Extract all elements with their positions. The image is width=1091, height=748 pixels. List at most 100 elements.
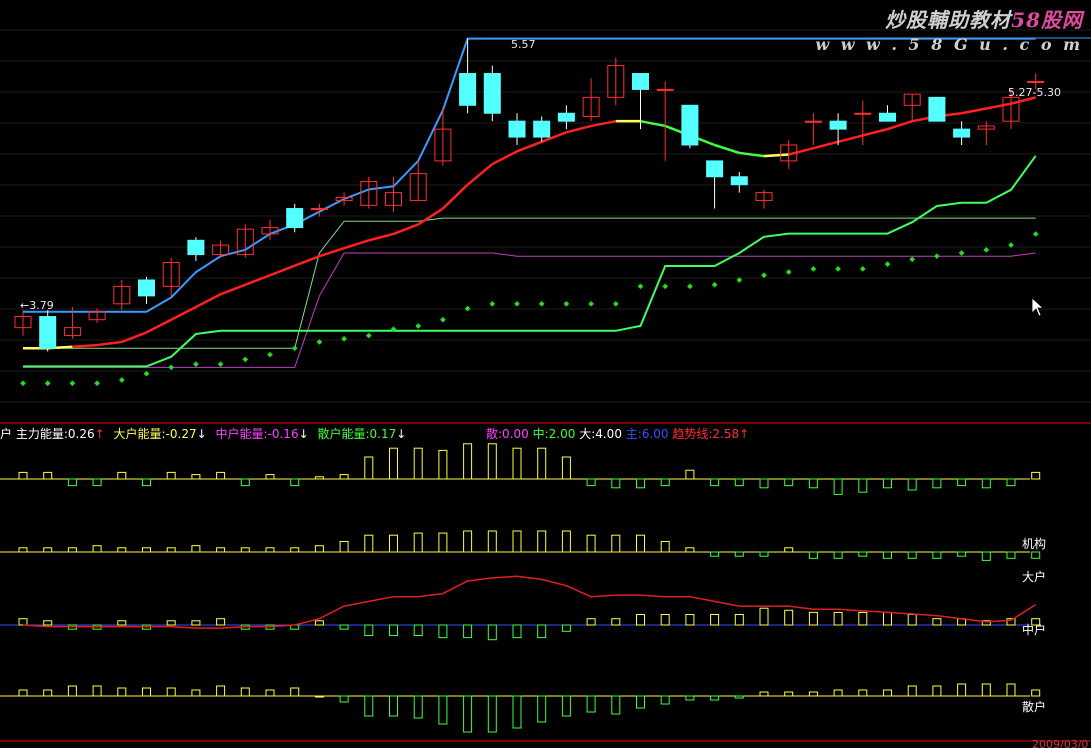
sar-dot (612, 300, 619, 307)
inst-bar (883, 551, 892, 559)
ma-segment (368, 232, 394, 242)
retail-bar (636, 695, 645, 709)
retail-bar (216, 685, 226, 697)
channel-lower-magenta (23, 252, 1036, 368)
ma-segment (294, 255, 320, 267)
candle-body (187, 239, 205, 256)
ma-segment (813, 140, 839, 150)
candle-body (632, 73, 649, 90)
mid-bar (413, 624, 423, 636)
legend-d: 大:4.00 (579, 427, 622, 441)
ma-segment (442, 183, 469, 210)
retail-bar (314, 695, 324, 698)
retail-histogram (0, 683, 1041, 733)
inst-bar (314, 545, 324, 553)
arrow-down-icon: ↓ (396, 427, 407, 441)
energy-bar (759, 478, 769, 489)
mid-bar (685, 614, 695, 626)
mouse-cursor-icon (1031, 297, 1045, 317)
sar-dot (662, 283, 669, 290)
ma-segment (739, 151, 765, 158)
inst-bar (710, 551, 720, 557)
energy-bar (339, 474, 349, 480)
sar-dot (909, 256, 916, 263)
sar-dot (538, 300, 545, 307)
retail-bar (438, 695, 448, 725)
watermark-brand: 58股网 (1011, 8, 1083, 32)
energy-bar (586, 478, 596, 487)
institution-histogram (0, 530, 1041, 561)
trend-line (23, 155, 1037, 368)
retail-bar (685, 695, 695, 701)
retail-bar (512, 695, 522, 729)
inst-bar (611, 534, 621, 553)
retail-bar (43, 689, 53, 697)
candle-body (879, 112, 896, 122)
inst-bar (191, 545, 201, 553)
trend-series (23, 155, 1037, 368)
mid-bar (364, 624, 374, 636)
date-label: 2009/03/0 (1032, 738, 1088, 748)
sar-dot (588, 300, 594, 307)
energy-bar (858, 478, 868, 493)
mid-bar (734, 614, 744, 626)
candle-body (928, 96, 946, 122)
sar-dot (168, 364, 175, 371)
mid-bar (660, 614, 670, 626)
retail-bar (191, 689, 201, 697)
retail-bar (92, 685, 102, 697)
ma-segment (837, 134, 864, 144)
legend-j: 主:6.00 (625, 427, 669, 441)
inst-bar (117, 547, 127, 553)
energy-bar (265, 474, 275, 480)
inst-bar (1031, 551, 1041, 559)
inst-bar (932, 551, 942, 559)
boll-upper-line (23, 37, 1036, 313)
inst-bar (43, 547, 53, 553)
energy-bar (67, 478, 77, 487)
energy-bar (364, 456, 374, 480)
sar-dot (514, 300, 520, 307)
ma-segment (393, 223, 419, 236)
mid-bar (858, 611, 868, 626)
inst-bar (907, 551, 917, 559)
inst-bar (166, 547, 176, 553)
candle-body (533, 120, 551, 138)
energy-bar (932, 478, 942, 489)
retail-bar (142, 687, 151, 697)
retail-bar (784, 691, 794, 697)
energy-bar (92, 478, 102, 487)
candle-body (310, 208, 328, 211)
retail-bar (833, 689, 843, 697)
sar-dot (143, 370, 150, 377)
chart-canvas: 5.57 ←3.79 5.27-5.30 机构 大户 中户 散户 2009/03… (0, 29, 1091, 748)
mid-bar (537, 624, 547, 639)
inst-bar (561, 530, 571, 553)
ma-segment (887, 119, 913, 131)
pane-label-big: 大户 (1022, 569, 1046, 584)
energy-bar (142, 478, 151, 487)
ma-segment (516, 140, 543, 153)
candle-body (39, 316, 57, 349)
inst-bar (413, 532, 423, 553)
retail-bar (339, 695, 349, 703)
inst-bar (67, 547, 77, 553)
pane-label-retail: 散户 (1022, 699, 1046, 714)
inst-bar (487, 530, 497, 553)
inst-bar (808, 551, 818, 559)
retail-bar (759, 691, 769, 697)
inst-bar (364, 534, 374, 553)
retail-bar (67, 685, 77, 697)
mid-bar (833, 611, 843, 626)
mid-bar (43, 620, 53, 626)
level-legend: 散:0.00 中:2.00 大:4.00 主:6.00 趋势线:2.58↑ (486, 425, 749, 442)
inst-bar (586, 534, 596, 553)
candle-body (681, 104, 699, 146)
retail-bar (586, 695, 596, 713)
energy-bar (1031, 471, 1041, 480)
candle-body (1027, 80, 1045, 83)
ma-segment (195, 293, 222, 309)
ma-segment (862, 127, 888, 137)
range-price-label: 5.27-5.30 (1008, 86, 1061, 99)
sar-dot (489, 300, 496, 307)
